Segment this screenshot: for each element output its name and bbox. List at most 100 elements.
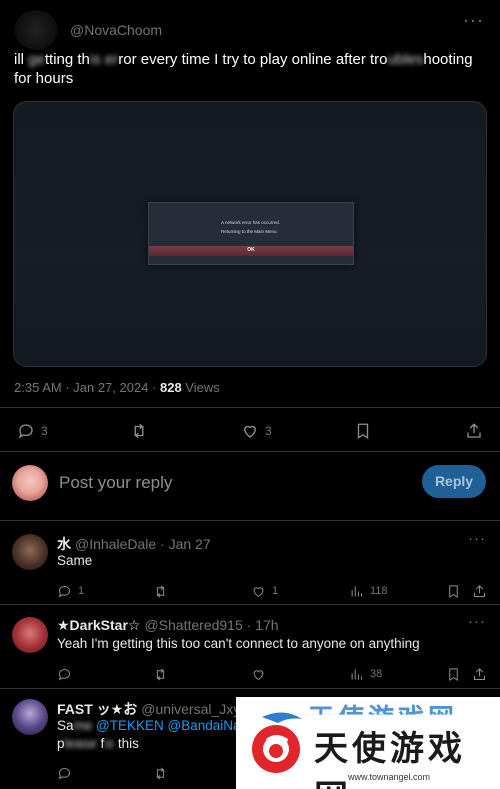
watermark-logo-icon (252, 712, 302, 773)
reply-icon (58, 767, 71, 780)
post-text-part: ill (14, 51, 29, 68)
error-ok-button: OK (149, 246, 353, 256)
author-avatar[interactable] (14, 10, 58, 50)
bookmark-action[interactable] (446, 663, 461, 685)
reply-text-blurred: ix (104, 736, 118, 751)
more-options-icon[interactable]: ··· (463, 10, 484, 31)
repost-action[interactable] (153, 580, 168, 602)
reply-action[interactable]: 1 (57, 580, 84, 602)
reply-action[interactable] (57, 762, 72, 784)
bookmark-icon (449, 667, 458, 681)
reply-input[interactable]: Post your reply (59, 473, 172, 493)
bookmark-action[interactable] (446, 580, 461, 602)
bookmark-icon (357, 423, 369, 440)
repost-action[interactable] (130, 420, 154, 442)
like-action[interactable]: 1 (251, 580, 278, 602)
divider (0, 604, 500, 605)
more-options-icon[interactable]: ··· (468, 530, 486, 547)
divider (0, 688, 500, 689)
reply-author[interactable]: ★DarkStar☆ @Shattered915 · 17h (57, 617, 279, 634)
share-action[interactable] (472, 580, 487, 602)
reply-text-blurred: me (73, 718, 93, 733)
repost-icon (156, 585, 165, 597)
share-action[interactable] (472, 663, 487, 685)
divider (0, 451, 500, 452)
current-user-avatar[interactable] (12, 465, 48, 501)
reply-handle: @InhaleDale · Jan 27 (75, 536, 211, 552)
post-text-part: tting th (44, 51, 90, 68)
heart-icon (244, 425, 256, 438)
post-meta: 2:35 AM · Jan 27, 2024 · 828 Views (14, 380, 220, 395)
error-message: A network error has occurred. (221, 220, 281, 225)
reply-count: 3 (41, 424, 48, 438)
heart-icon (253, 586, 264, 597)
analytics-icon (351, 586, 362, 596)
reply-button[interactable]: Reply (422, 465, 486, 498)
repost-icon (156, 767, 165, 779)
reply-author[interactable]: FAST ッ★お @universal_Jxy · 2 (57, 699, 261, 719)
like-action[interactable]: 3 (241, 420, 272, 442)
reply-text-part: p (57, 736, 65, 751)
share-action[interactable] (465, 420, 483, 442)
reply-text: Same @TEKKEN @BandaiNamc (57, 718, 259, 733)
post-actions: 3 3 (0, 420, 500, 444)
reply-action[interactable] (57, 663, 72, 685)
share-icon (467, 423, 481, 438)
views-action[interactable]: 38 (349, 663, 382, 685)
analytics-icon (351, 669, 362, 679)
post-header: @NovaChoom ··· (14, 10, 486, 50)
reply-actions: 38 (0, 663, 500, 681)
error-ok-label: OK (247, 247, 255, 253)
bookmark-icon (449, 584, 458, 598)
repost-icon (156, 668, 165, 680)
display-name: FAST ッ★お (57, 701, 138, 717)
post-text-blurred: ge (28, 51, 45, 68)
reply-item[interactable]: 水 @InhaleDale · Jan 27 ··· Same 1 1 118 (0, 530, 500, 604)
repost-action[interactable] (153, 663, 168, 685)
avatar[interactable] (12, 534, 48, 570)
post-text-part: ror every time I try to play online afte… (118, 51, 388, 68)
post-timestamp[interactable]: 2:35 AM · Jan 27, 2024 · (14, 380, 160, 395)
repost-icon (134, 423, 144, 439)
author-handle[interactable]: @NovaChoom (70, 22, 162, 38)
reply-text-line2: please fix this (57, 736, 139, 751)
watermark-url: www.townangel.com (348, 772, 431, 782)
reply-composer: Post your reply Reply (0, 462, 500, 518)
reply-text-part: Sa (57, 718, 74, 733)
like-count: 3 (265, 424, 272, 438)
repost-action[interactable] (153, 762, 168, 784)
reply-author[interactable]: 水 @InhaleDale · Jan 27 (57, 534, 211, 554)
reply-icon (18, 424, 33, 439)
error-submessage: Returning to the Main Menu. (221, 229, 278, 234)
avatar[interactable] (12, 699, 48, 735)
post-text: ill getting this error every time I try … (14, 50, 486, 88)
share-icon (474, 667, 485, 680)
views-label: Views (181, 380, 220, 395)
reply-item[interactable]: ★DarkStar☆ @Shattered915 · 17h ··· Yeah I… (0, 613, 500, 687)
reply-action[interactable]: 3 (17, 420, 48, 442)
post-text-line2: for hours (14, 70, 74, 87)
reply-text: Yeah I'm getting this too can't connect … (57, 636, 420, 651)
like-count: 1 (272, 585, 279, 597)
reply-actions: 1 1 118 (0, 580, 500, 598)
site-watermark: 天使游戏网 天使游戏网 www.townangel.com (236, 697, 500, 789)
reply-handle: @Shattered915 · 17h (144, 617, 279, 633)
share-icon (474, 584, 485, 597)
more-options-icon[interactable]: ··· (468, 613, 486, 630)
post-text-part: hooting (423, 51, 473, 68)
avatar[interactable] (12, 617, 48, 653)
post-media-image[interactable]: A network error has occurred. Returning … (13, 101, 487, 367)
views-count: 118 (370, 585, 388, 597)
views-action[interactable]: 118 (349, 580, 388, 602)
reply-icon (58, 585, 71, 598)
heart-icon (253, 669, 264, 680)
reply-text-part: this (117, 736, 139, 751)
like-action[interactable] (251, 663, 266, 685)
display-name: ★DarkStar☆ (57, 617, 141, 633)
mention-link[interactable]: @TEKKEN (96, 718, 164, 733)
divider (0, 520, 500, 521)
post-text-blurred: is er (89, 51, 119, 68)
bookmark-action[interactable] (354, 420, 372, 442)
views-count: 828 (159, 380, 182, 395)
reply-text-blurred: lease (64, 736, 101, 751)
